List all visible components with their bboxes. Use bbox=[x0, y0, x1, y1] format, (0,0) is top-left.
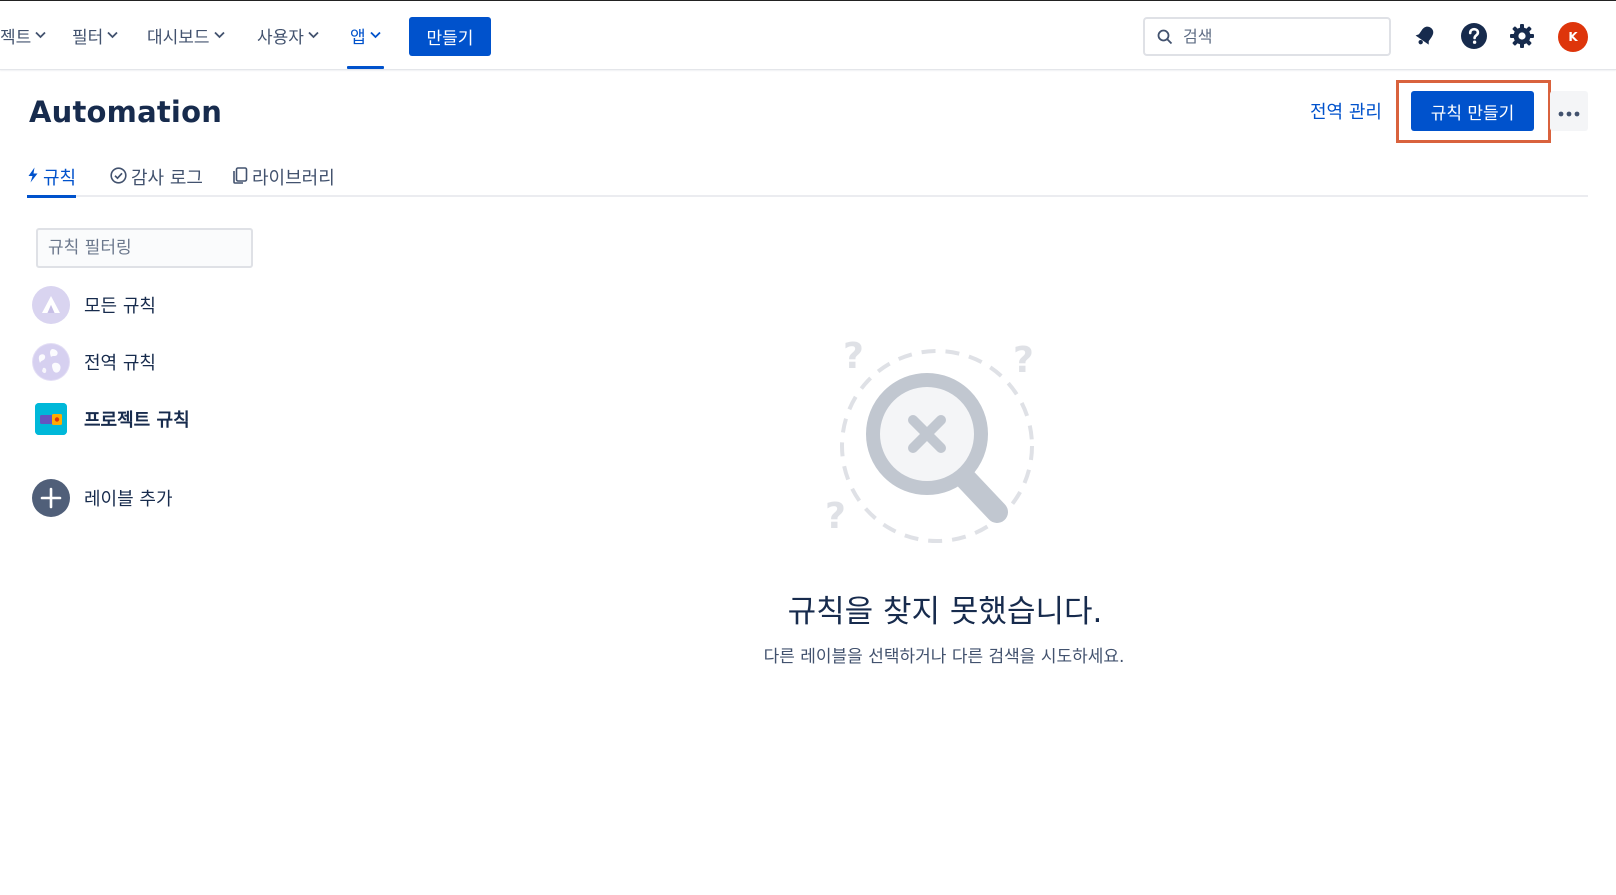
global-admin-link[interactable]: 전역 관리 bbox=[1310, 98, 1382, 124]
chevron-down-icon bbox=[213, 29, 225, 42]
nav-item-label: 대시보드 bbox=[147, 27, 210, 48]
create-rule-button[interactable]: 규칙 만들기 bbox=[1411, 91, 1534, 131]
create-button[interactable]: 만들기 bbox=[409, 17, 491, 56]
chevron-down-icon bbox=[370, 29, 381, 42]
empty-state-title: 규칙을 찾지 못했습니다. bbox=[787, 594, 1103, 630]
nav-item-label: 앱 bbox=[350, 27, 366, 48]
sidebar-item-label: 모든 규칙 bbox=[84, 296, 156, 317]
globe-icon bbox=[32, 343, 70, 381]
empty-search-illustration: ? ? ? bbox=[825, 338, 1034, 543]
sidebar-item-project-rules[interactable]: 프로젝트 규칙 bbox=[32, 399, 190, 439]
check-circle-icon bbox=[110, 164, 127, 186]
tab-label: 감사 로그 bbox=[131, 168, 203, 189]
notification-icon[interactable] bbox=[1410, 21, 1440, 51]
settings-icon[interactable] bbox=[1507, 21, 1537, 51]
more-icon bbox=[1558, 102, 1580, 121]
sidebar-item-label: 레이블 추가 bbox=[84, 489, 173, 510]
chevron-down-icon bbox=[35, 29, 46, 42]
sidebar-item-all-rules[interactable]: 모든 규칙 bbox=[32, 285, 156, 325]
nav-item-label: 필터 bbox=[72, 27, 104, 48]
page-title: Automation bbox=[29, 95, 223, 129]
lightning-icon bbox=[27, 164, 39, 186]
sidebar-item-label: 전역 규칙 bbox=[84, 353, 156, 374]
project-icon bbox=[35, 403, 67, 435]
avatar[interactable]: K bbox=[1558, 22, 1588, 52]
nav-item-dashboards[interactable]: 대시보드 bbox=[147, 1, 225, 69]
atlassian-logo-icon bbox=[32, 286, 70, 324]
tab-audit-log[interactable]: 감사 로그 bbox=[110, 164, 203, 197]
sidebar-item-add-label[interactable]: 레이블 추가 bbox=[32, 478, 173, 518]
nav-item-people[interactable]: 사용자 bbox=[257, 1, 319, 69]
nav-item-label: 사용자 bbox=[257, 27, 304, 48]
nav-item-filters[interactable]: 필터 bbox=[72, 1, 118, 69]
search-icon bbox=[1155, 27, 1175, 47]
svg-text:?: ? bbox=[843, 338, 864, 377]
sidebar-item-global-rules[interactable]: 전역 규칙 bbox=[32, 342, 156, 382]
empty-state-description: 다른 레이블을 선택하거나 다른 검색을 시도하세요. bbox=[763, 647, 1125, 667]
nav-item-projects[interactable]: 젝트 bbox=[0, 1, 46, 69]
more-actions-button[interactable] bbox=[1550, 91, 1588, 131]
nav-item-apps[interactable]: 앱 bbox=[347, 1, 384, 69]
chevron-down-icon bbox=[107, 29, 118, 42]
help-icon[interactable] bbox=[1459, 21, 1489, 51]
tab-label: 라이브러리 bbox=[252, 168, 335, 189]
sidebar-item-label: 프로젝트 규칙 bbox=[84, 410, 190, 431]
copy-icon bbox=[232, 164, 248, 186]
tab-label: 규칙 bbox=[43, 168, 77, 189]
top-navigation-bar: 젝트 필터 대시보드 사용자 앱 만들기 검색 K bbox=[0, 0, 1616, 70]
search-box[interactable] bbox=[1143, 17, 1391, 56]
rule-filter-input[interactable] bbox=[36, 228, 253, 268]
search-input[interactable] bbox=[1183, 27, 1373, 46]
chevron-down-icon bbox=[308, 29, 319, 42]
tab-rules[interactable]: 규칙 bbox=[27, 164, 77, 198]
add-icon bbox=[32, 479, 70, 517]
tab-library[interactable]: 라이브러리 bbox=[232, 164, 335, 197]
svg-text:?: ? bbox=[1013, 340, 1034, 381]
svg-text:?: ? bbox=[825, 496, 846, 537]
nav-item-label: 젝트 bbox=[0, 27, 32, 48]
